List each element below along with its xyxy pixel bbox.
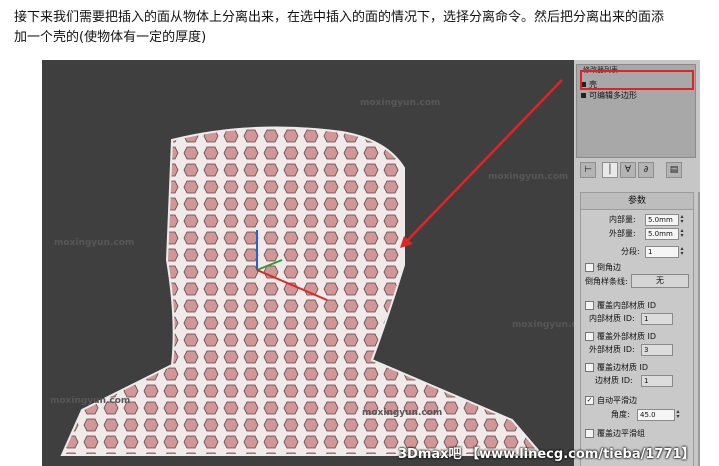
intro-line-2: 加一个壳的(使物体有一定的厚度)	[14, 30, 207, 45]
rollout-title[interactable]: 参数	[581, 193, 693, 210]
show-end-result-icon[interactable]: │	[602, 162, 618, 178]
watermark: moxingyun.com	[50, 396, 131, 406]
spinner-icon[interactable]: ▴ ▾	[679, 246, 685, 257]
panel-scrollbar[interactable]	[698, 192, 700, 466]
bevel-spline-button[interactable]: 无	[631, 274, 689, 288]
outer-mat-id-label: 外部材质 ID:	[589, 345, 635, 354]
override-edge-smooth-checkbox[interactable]	[585, 429, 594, 438]
edge-mat-id-label: 边材质 ID:	[595, 376, 633, 385]
configure-sets-icon[interactable]: ▤	[666, 162, 682, 178]
override-edge-smooth-label: 覆盖边平滑组	[597, 429, 645, 438]
site-credit: 3Dmax吧 【www.linecg.com/tieba/1771】	[398, 447, 695, 462]
inner-amount-label: 内部量:	[609, 215, 636, 224]
auto-smooth-label: 自动平滑边	[597, 396, 637, 405]
stack-toolbar: ⊢ │ ∀ ∂ ▤	[578, 160, 696, 178]
override-edge-checkbox[interactable]	[585, 363, 594, 372]
bevel-edges-label: 倒角边	[597, 263, 621, 272]
inner-mat-id-input[interactable]: 1	[641, 313, 673, 325]
override-inner-label: 覆盖内部材质 ID	[597, 301, 657, 310]
angle-label: 角度:	[611, 410, 630, 419]
watermark: moxingyun.com	[54, 238, 135, 248]
inner-mat-id-label: 内部材质 ID:	[589, 314, 635, 323]
command-panel: 修改器列表 壳 可编辑多边形 ⊢ │ ∀ ∂ ▤ 参数 内部量: 5.0mm ▴…	[574, 60, 700, 466]
inner-amount-input[interactable]: 5.0mm	[645, 214, 679, 226]
edge-mat-id-input[interactable]: 1	[641, 375, 673, 387]
viewport[interactable]: moxingyun.com moxingyun.com moxingyun.co…	[42, 60, 574, 466]
watermark: moxingyun.com	[360, 98, 441, 108]
outer-amount-label: 外部量:	[609, 229, 636, 238]
make-unique-icon[interactable]: ∀	[620, 162, 636, 178]
segments-input[interactable]: 1	[645, 246, 679, 258]
angle-input[interactable]: 45.0	[637, 409, 675, 421]
segments-label: 分段:	[621, 247, 640, 256]
override-edge-label: 覆盖边材质 ID	[597, 363, 649, 372]
expand-icon	[581, 93, 586, 98]
intro-line-1: 接下来我们需要把插入的面从物体上分离出来，在选中插入的面的情况下，选择分离命令。…	[14, 10, 665, 25]
highlight-box	[580, 70, 694, 90]
spinner-icon[interactable]: ▴ ▾	[679, 228, 685, 239]
override-outer-label: 覆盖外部材质 ID	[597, 332, 657, 341]
override-inner-checkbox[interactable]	[585, 301, 594, 310]
pin-stack-icon[interactable]: ⊢	[580, 162, 596, 178]
override-outer-checkbox[interactable]	[585, 332, 594, 341]
outer-mat-id-input[interactable]: 3	[641, 344, 673, 356]
spinner-icon[interactable]: ▴ ▾	[679, 214, 685, 225]
intro-text: 接下来我们需要把插入的面从物体上分离出来，在选中插入的面的情况下，选择分离命令。…	[14, 8, 714, 48]
stack-item-editable-poly[interactable]: 可编辑多边形	[581, 90, 637, 101]
watermark: moxingyun.com	[488, 172, 569, 182]
watermark: moxingyun.com	[362, 408, 443, 418]
bevel-spline-label: 倒角样条线:	[585, 277, 628, 286]
outer-amount-input[interactable]: 5.0mm	[645, 228, 679, 240]
bevel-edges-checkbox[interactable]	[585, 263, 594, 272]
spinner-icon[interactable]: ▴ ▾	[675, 409, 681, 420]
remove-modifier-icon[interactable]: ∂	[638, 162, 654, 178]
parameters-rollout: 参数 内部量: 5.0mm ▴ ▾ 外部量: 5.0mm ▴ ▾ 分段: 1 ▴ ▾ …	[580, 192, 694, 466]
watermark: moxingyun.com	[512, 320, 574, 330]
auto-smooth-checkbox[interactable]: ✓	[585, 396, 594, 405]
max-screenshot: moxingyun.com moxingyun.com moxingyun.co…	[42, 60, 700, 466]
